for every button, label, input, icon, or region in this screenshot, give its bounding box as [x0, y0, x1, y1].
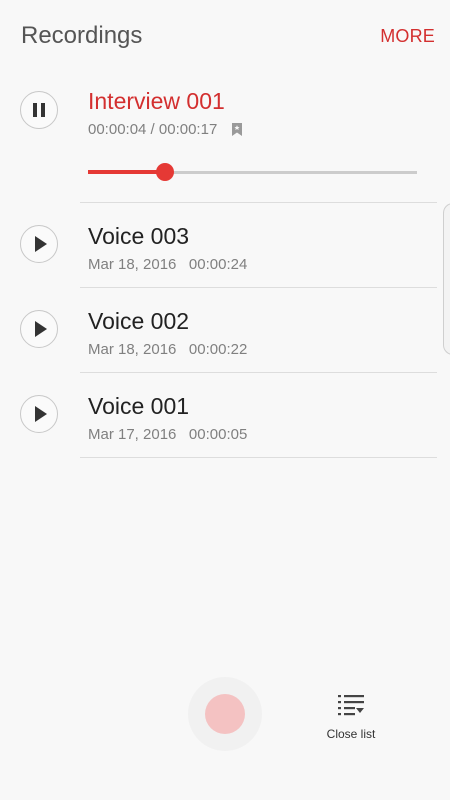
recording-meta: Mar 18, 2016 00:00:24: [88, 256, 247, 273]
recording-date: Mar 18, 2016: [88, 256, 177, 273]
list-item[interactable]: Voice 003 Mar 18, 2016 00:00:24: [0, 202, 450, 287]
more-button[interactable]: MORE: [380, 26, 435, 47]
recording-date: Mar 18, 2016: [88, 341, 177, 358]
pause-button[interactable]: [20, 91, 58, 129]
record-icon: [205, 694, 245, 734]
playback-progress-slider[interactable]: [88, 163, 417, 181]
bookmark-icon[interactable]: [231, 122, 243, 137]
playback-time: 00:00:04 / 00:00:17: [88, 121, 218, 138]
recording-duration: 00:00:05: [188, 426, 248, 443]
close-list-button[interactable]: Close list: [315, 692, 387, 748]
active-recording[interactable]: Interview 001 00:00:04 / 00:00:17: [0, 80, 450, 202]
recording-date: Mar 17, 2016: [88, 426, 177, 443]
recording-name: Voice 001: [88, 393, 190, 419]
recording-duration: 00:00:24: [188, 256, 248, 273]
list-item[interactable]: Voice 002 Mar 18, 2016 00:00:22: [0, 287, 450, 372]
record-button[interactable]: [188, 677, 262, 751]
page-title: Recordings: [21, 22, 143, 49]
close-list-label: Close list: [326, 727, 376, 741]
play-button[interactable]: [20, 225, 58, 263]
active-recording-name: Interview 001: [88, 88, 225, 114]
recording-duration: 00:00:22: [188, 341, 248, 358]
recording-meta: Mar 18, 2016 00:00:22: [88, 341, 247, 358]
active-recording-time-row: 00:00:04 / 00:00:17: [88, 121, 243, 138]
recording-meta: Mar 17, 2016 00:00:05: [88, 426, 247, 443]
pause-icon: [33, 103, 45, 117]
progress-fill: [88, 170, 166, 174]
app-header: Recordings MORE: [0, 0, 450, 72]
play-icon: [35, 236, 47, 252]
play-icon: [35, 321, 47, 337]
recording-name: Voice 002: [88, 308, 190, 334]
list-item[interactable]: Voice 001 Mar 17, 2016 00:00:05: [0, 372, 450, 457]
play-button[interactable]: [20, 310, 58, 348]
progress-thumb[interactable]: [156, 163, 175, 181]
recording-name: Voice 003: [88, 223, 190, 249]
divider: [80, 457, 437, 458]
play-button[interactable]: [20, 395, 58, 433]
edge-panel-handle[interactable]: [443, 203, 450, 355]
play-icon: [35, 406, 47, 422]
list-icon: [338, 695, 364, 716]
